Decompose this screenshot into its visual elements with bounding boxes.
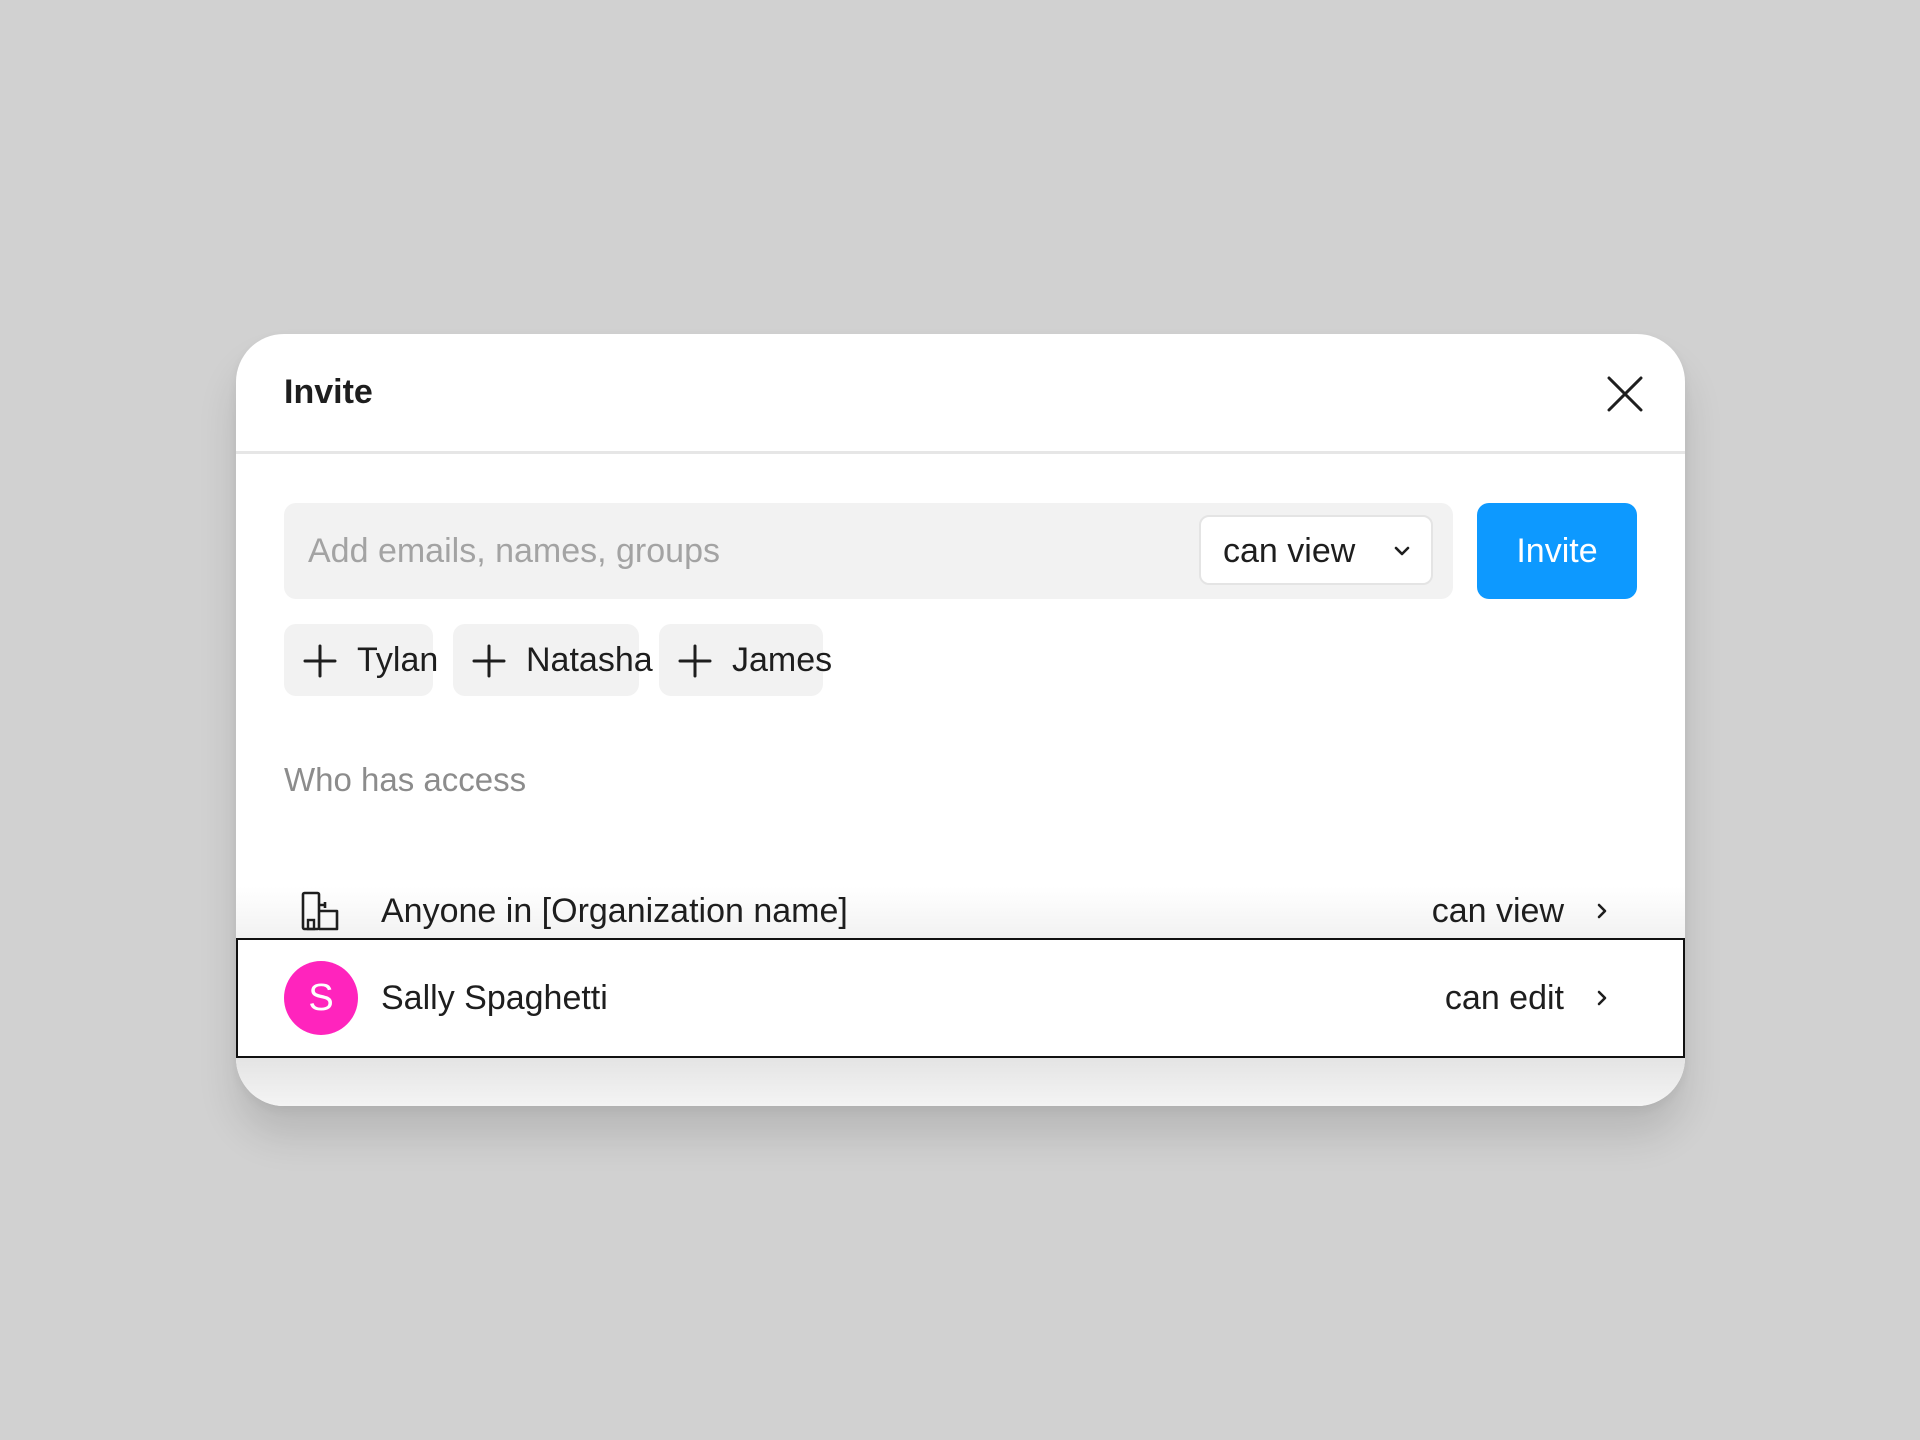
invite-input-box: can view	[284, 503, 1453, 599]
suggestion-chip-james[interactable]: James	[659, 624, 832, 696]
access-entry-permission: can view	[1431, 892, 1564, 930]
avatar: S	[284, 961, 358, 1035]
suggestion-chip-label: James	[732, 641, 833, 679]
access-entry-name: Anyone in [Organization name]	[381, 892, 848, 930]
close-icon	[1607, 376, 1643, 412]
access-entry-permission: can edit	[1444, 979, 1564, 1017]
invite-search-input[interactable]	[308, 525, 1188, 577]
suggestion-chip-natasha[interactable]: Natasha	[453, 624, 653, 696]
permission-select[interactable]: can view	[1199, 515, 1433, 585]
close-button[interactable]	[1603, 372, 1647, 416]
plus-icon	[303, 644, 337, 678]
organization-icon	[301, 891, 339, 931]
chevron-right-icon	[1597, 990, 1607, 1006]
invite-dialog: Invite can view Invite Tylan	[236, 334, 1685, 1106]
suggestion-chip-label: Natasha	[526, 641, 653, 679]
dialog-footer-shade	[236, 1058, 1685, 1106]
dialog-title: Invite	[284, 373, 373, 411]
permission-select-label: can view	[1223, 532, 1356, 570]
suggestion-chip-tylan[interactable]: Tylan	[284, 624, 438, 696]
dialog-header: Invite	[236, 334, 1685, 454]
chevron-down-icon	[1394, 546, 1410, 556]
plus-icon	[472, 644, 506, 678]
plus-icon	[678, 644, 712, 678]
access-entry-name: Sally Spaghetti	[381, 979, 608, 1017]
chevron-right-icon	[1597, 903, 1607, 919]
suggestion-chip-label: Tylan	[357, 641, 439, 679]
access-row-sally-spaghetti[interactable]: S Sally Spaghetti can edit	[236, 938, 1685, 1058]
invite-row: can view Invite	[284, 503, 1637, 599]
who-has-access-heading: Who has access	[284, 761, 527, 798]
invite-button[interactable]: Invite	[1477, 503, 1637, 599]
